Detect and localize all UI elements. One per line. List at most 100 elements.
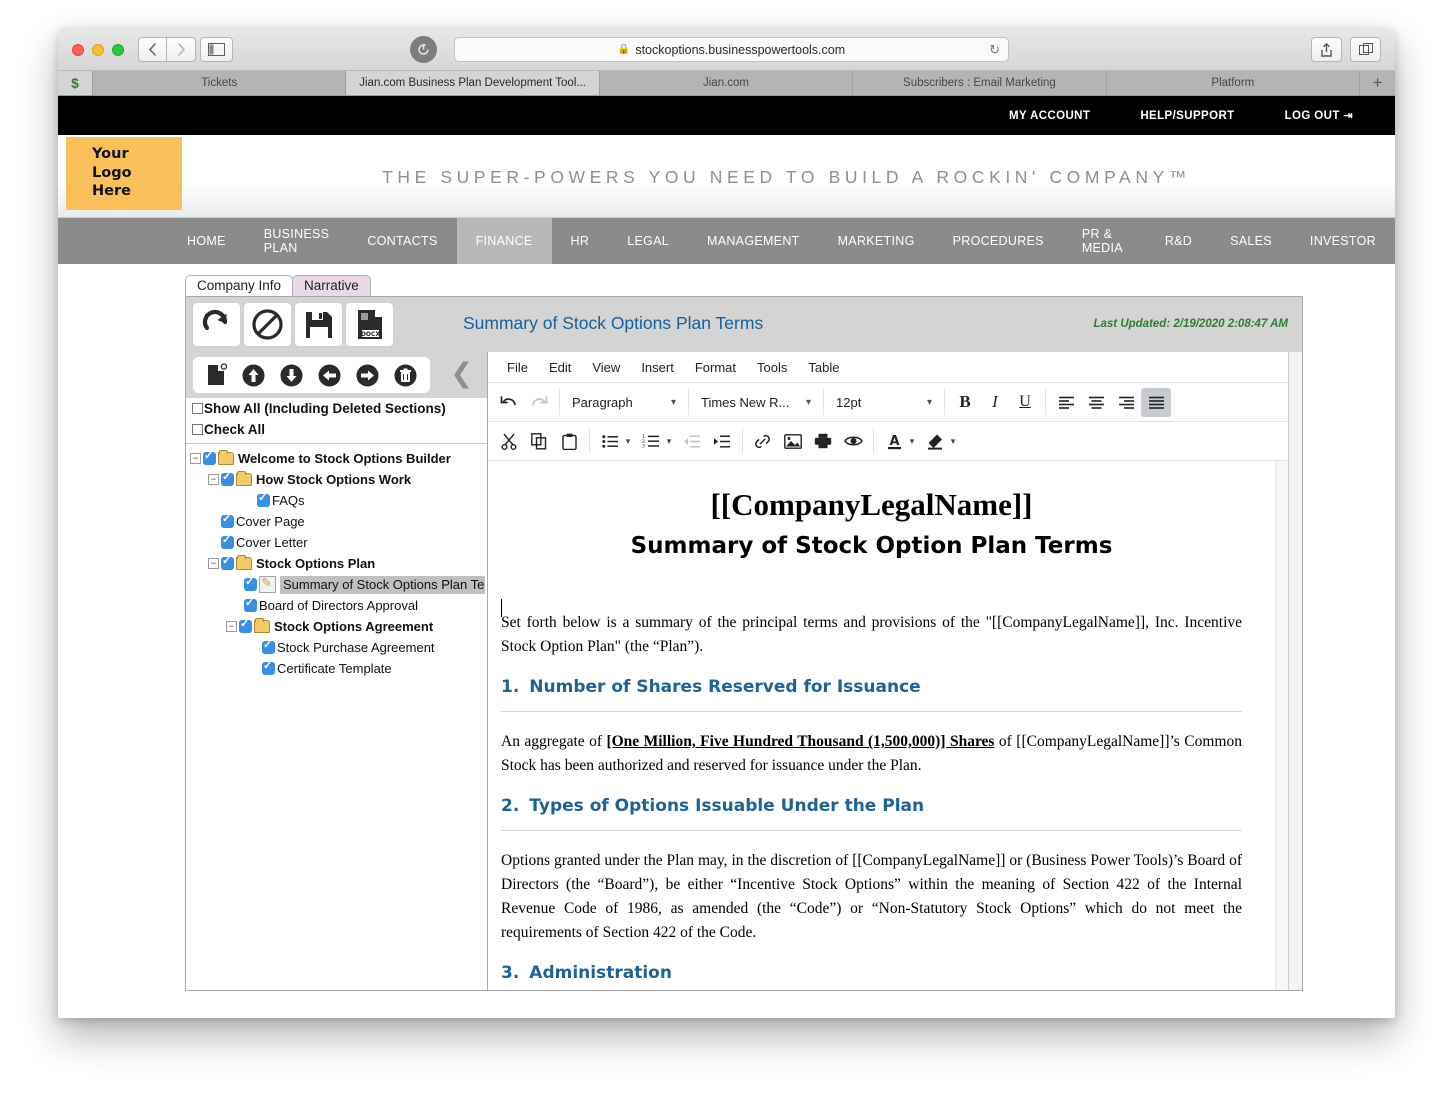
nav-item-hr[interactable]: HR xyxy=(552,218,609,264)
underline-button[interactable]: U xyxy=(1010,388,1040,417)
browser-tab[interactable]: Subscribers : Email Marketing xyxy=(853,71,1107,95)
browser-tab-active[interactable]: Jian.com Business Plan Development Tool.… xyxy=(346,71,600,95)
nav-item-business-plan[interactable]: BUSINESS PLAN xyxy=(245,218,349,264)
align-left-button[interactable] xyxy=(1051,388,1081,417)
tab-company-info[interactable]: Company Info xyxy=(185,275,294,296)
trash-circle-icon[interactable] xyxy=(394,364,417,387)
collapse-toggle-icon[interactable]: − xyxy=(226,621,237,632)
collapse-left-chevron-icon[interactable]: ❮ xyxy=(450,360,473,387)
link-icon[interactable] xyxy=(748,427,778,456)
print-icon[interactable] xyxy=(808,427,838,456)
tree-item-checkbox[interactable] xyxy=(244,575,257,591)
forward-chevron-icon[interactable] xyxy=(167,37,196,62)
align-justify-button[interactable] xyxy=(1141,387,1171,417)
arrow-right-circle-icon[interactable] xyxy=(356,364,379,387)
arrow-up-circle-icon[interactable] xyxy=(242,364,265,387)
add-tab-button[interactable]: + xyxy=(1360,71,1395,95)
bullet-list-chevron-down-icon[interactable]: ▾ xyxy=(620,427,636,456)
page-reload-indicator-icon[interactable] xyxy=(410,36,437,63)
menu-edit[interactable]: Edit xyxy=(540,356,580,379)
save-button[interactable] xyxy=(294,302,343,347)
tree-item[interactable]: − How Stock Options Work xyxy=(190,469,487,490)
copy-icon[interactable] xyxy=(524,427,554,456)
nav-item-marketing[interactable]: MARKETING xyxy=(819,218,934,264)
close-window-button[interactable] xyxy=(72,44,84,56)
arrow-down-circle-icon[interactable] xyxy=(280,364,303,387)
tree-item[interactable]: − Welcome to Stock Options Builder xyxy=(190,448,487,469)
new-tab-icon[interactable] xyxy=(1350,37,1381,62)
tree-item-checkbox[interactable] xyxy=(239,617,252,633)
show-all-checkbox[interactable] xyxy=(192,403,203,414)
redo-icon[interactable] xyxy=(524,388,554,417)
nav-item-management[interactable]: MANAGEMENT xyxy=(688,218,819,264)
check-all-checkbox[interactable] xyxy=(192,424,203,435)
nav-item-procedures[interactable]: PROCEDURES xyxy=(934,218,1063,264)
tab-narrative[interactable]: Narrative xyxy=(292,275,371,296)
menu-tools[interactable]: Tools xyxy=(748,356,796,379)
italic-button[interactable]: I xyxy=(980,388,1010,417)
tree-item-checkbox[interactable] xyxy=(221,512,234,528)
panel-scrollbar[interactable] xyxy=(1288,352,1302,990)
nav-item-legal[interactable]: LEGAL xyxy=(608,218,688,264)
tree-item[interactable]: Cover Page xyxy=(190,511,487,532)
collapse-toggle-icon[interactable]: − xyxy=(190,453,201,464)
browser-tab[interactable]: Platform xyxy=(1106,71,1361,95)
indent-icon[interactable] xyxy=(707,427,737,456)
nav-item-rd[interactable]: R&D xyxy=(1146,218,1211,264)
nav-item-sales[interactable]: SALES xyxy=(1211,218,1291,264)
nav-item-investor[interactable]: INVESTOR xyxy=(1291,218,1395,264)
menu-format[interactable]: Format xyxy=(686,356,745,379)
nav-item-finance[interactable]: FINANCE xyxy=(456,218,552,264)
sidebar-toggle-icon[interactable] xyxy=(200,37,233,62)
undo-icon[interactable] xyxy=(494,388,524,417)
tree-item[interactable]: Board of Directors Approval xyxy=(190,595,487,616)
tree-item-checkbox[interactable] xyxy=(203,449,216,465)
minimize-window-button[interactable] xyxy=(92,44,104,56)
nav-item-pr-media[interactable]: PR & MEDIA xyxy=(1063,218,1146,264)
outdent-icon[interactable] xyxy=(677,427,707,456)
font-size-select[interactable]: 12pt ▾ xyxy=(829,388,939,417)
tree-item-selected[interactable]: Summary of Stock Options Plan Terms xyxy=(190,574,487,595)
highlight-color-chevron-down-icon[interactable]: ▾ xyxy=(945,427,961,456)
cancel-button[interactable] xyxy=(243,302,292,347)
show-all-option[interactable]: Show All (Including Deleted Sections) xyxy=(186,398,487,419)
my-account-link[interactable]: MY ACCOUNT xyxy=(1009,110,1090,122)
arrow-left-circle-icon[interactable] xyxy=(318,364,341,387)
align-center-button[interactable] xyxy=(1081,388,1111,417)
reload-icon[interactable]: ↻ xyxy=(989,42,1000,58)
browser-tab[interactable]: Tickets xyxy=(93,71,347,95)
numbered-list-chevron-down-icon[interactable]: ▾ xyxy=(661,427,677,456)
address-bar[interactable]: 🔒 stockoptions.businesspowertools.com ↻ xyxy=(454,37,1009,62)
align-right-button[interactable] xyxy=(1111,388,1141,417)
tree-item[interactable]: − Stock Options Agreement xyxy=(190,616,487,637)
preview-eye-icon[interactable] xyxy=(838,427,868,456)
block-format-select[interactable]: Paragraph ▾ xyxy=(565,388,683,417)
paste-icon[interactable] xyxy=(554,427,584,456)
check-all-option[interactable]: Check All xyxy=(186,419,487,440)
help-support-link[interactable]: HELP/SUPPORT xyxy=(1140,110,1234,122)
menu-table[interactable]: Table xyxy=(799,356,848,379)
document-scrollbar[interactable] xyxy=(1275,461,1288,990)
tree-item[interactable]: Certificate Template xyxy=(190,658,487,679)
tree-item-checkbox[interactable] xyxy=(221,554,234,570)
export-docx-button[interactable]: DOCX xyxy=(345,302,394,347)
collapse-toggle-icon[interactable]: − xyxy=(208,558,219,569)
refresh-button[interactable] xyxy=(192,302,241,347)
new-document-icon[interactable] xyxy=(206,363,228,387)
image-icon[interactable] xyxy=(778,427,808,456)
bold-button[interactable]: B xyxy=(950,388,980,417)
maximize-window-button[interactable] xyxy=(112,44,124,56)
nav-item-contacts[interactable]: CONTACTS xyxy=(348,218,456,264)
nav-item-home[interactable]: HOME xyxy=(168,218,245,264)
tree-item-checkbox[interactable] xyxy=(262,659,275,675)
font-family-select[interactable]: Times New R... ▾ xyxy=(694,388,818,417)
share-icon[interactable] xyxy=(1311,37,1342,62)
tree-item-checkbox[interactable] xyxy=(262,638,275,654)
tree-item-checkbox[interactable] xyxy=(244,596,257,612)
cut-icon[interactable] xyxy=(494,427,524,456)
text-color-chevron-down-icon[interactable]: ▾ xyxy=(904,427,920,456)
tree-item-checkbox[interactable] xyxy=(257,491,270,507)
tree-item[interactable]: FAQs xyxy=(190,490,487,511)
tree-item-checkbox[interactable] xyxy=(221,533,234,549)
menu-insert[interactable]: Insert xyxy=(632,356,683,379)
